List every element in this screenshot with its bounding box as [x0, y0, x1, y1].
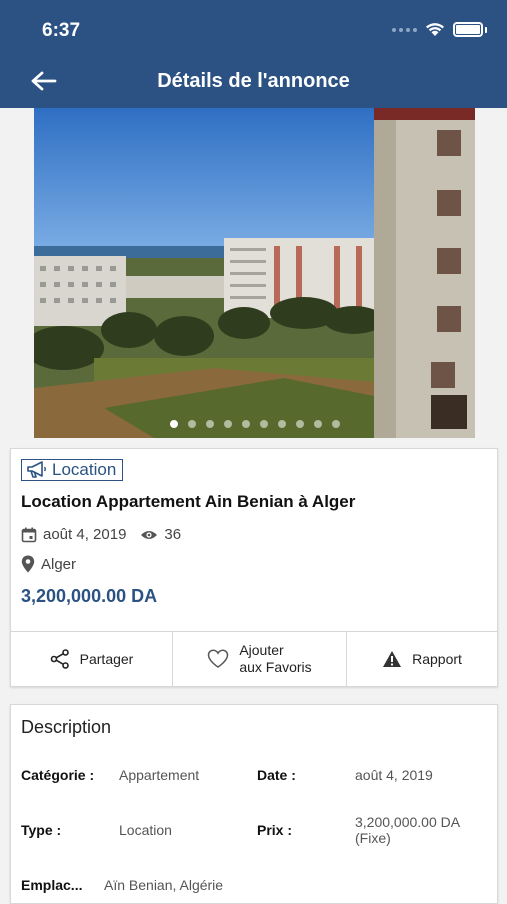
description-title: Description [21, 717, 112, 737]
listing-location: Alger [41, 555, 77, 573]
warning-icon [383, 651, 402, 667]
price-value-amount: 3,200,000.00 DA [355, 814, 461, 830]
favorite-label-line1: Ajouter [239, 642, 284, 658]
date-label: Date : [257, 767, 296, 783]
calendar-icon [21, 527, 37, 542]
share-icon [50, 649, 69, 669]
carousel-dot[interactable] [313, 420, 322, 428]
add-favorite-button[interactable]: Ajouter aux Favoris [173, 632, 347, 686]
megaphone-icon [27, 461, 46, 478]
eye-icon [141, 530, 158, 539]
carousel-dot[interactable] [331, 420, 340, 428]
category-badge-label: Location [52, 460, 117, 479]
carousel-dot[interactable] [187, 420, 196, 428]
price-label: Prix : [257, 822, 293, 838]
price-value-type: (Fixe) [355, 830, 391, 846]
listing-title: Location Appartement Ain Benian à Alger [21, 492, 356, 511]
favorite-label: Ajouter aux Favoris [239, 642, 311, 676]
description-card: Description Catégorie : Appartement Date… [10, 704, 498, 904]
listing-price: 3,200,000.00 DA [21, 586, 158, 606]
heart-icon [208, 649, 229, 668]
category-value: Appartement [119, 767, 200, 783]
report-label: Rapport [412, 651, 462, 667]
listing-meta: août 4, 2019 36 [21, 526, 181, 543]
carousel-dot[interactable] [259, 420, 268, 428]
app-header: 6:37 Détails de l'annonce [0, 0, 507, 108]
category-label: Catégorie : [21, 767, 95, 783]
listing-photo [34, 108, 475, 438]
carousel-dot[interactable] [169, 420, 178, 428]
signal-icon [392, 27, 417, 32]
favorite-label-line2: aux Favoris [239, 659, 312, 675]
battery-icon [453, 22, 483, 37]
wifi-icon [426, 23, 444, 36]
carousel-dot[interactable] [295, 420, 304, 428]
carousel-dot[interactable] [277, 420, 286, 428]
location-pin-icon [21, 555, 35, 573]
location-value: Aïn Benian, Algérie [104, 877, 224, 893]
status-indicators [392, 22, 487, 37]
location-label: Emplac... [21, 877, 83, 893]
action-bar: Partager Ajouter aux Favoris Rapport [10, 631, 498, 687]
carousel-indicators [34, 420, 475, 428]
share-button[interactable]: Partager [11, 632, 173, 686]
share-label: Partager [79, 651, 134, 667]
price-value: 3,200,000.00 DA (Fixe) [355, 814, 460, 846]
carousel-dot[interactable] [205, 420, 214, 428]
type-label: Type : [21, 822, 62, 838]
report-button[interactable]: Rapport [347, 632, 497, 686]
listing-date: août 4, 2019 [43, 526, 127, 543]
carousel-dot[interactable] [241, 420, 250, 428]
listing-info-card: Location Location Appartement Ain Benian… [10, 448, 498, 632]
view-count: 36 [164, 526, 182, 543]
type-value: Location [119, 822, 172, 838]
battery-tip [485, 26, 487, 33]
page-title: Détails de l'annonce [157, 70, 350, 92]
listing-location-row: Alger [21, 555, 76, 573]
listing-photo-carousel[interactable] [34, 108, 475, 438]
date-value: août 4, 2019 [355, 767, 433, 783]
carousel-dot[interactable] [223, 420, 232, 428]
status-time: 6:37 [42, 20, 81, 41]
category-badge: Location [21, 459, 124, 481]
